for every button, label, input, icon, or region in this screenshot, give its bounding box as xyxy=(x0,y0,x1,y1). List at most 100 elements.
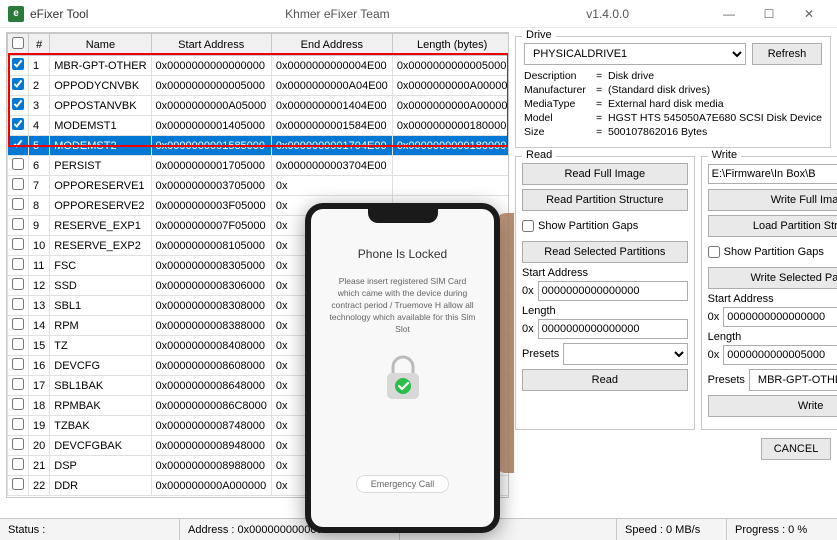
row-checkbox[interactable] xyxy=(12,158,24,170)
row-checkbox[interactable] xyxy=(12,298,24,310)
row-name: MBR-GPT-OTHER xyxy=(50,56,151,76)
row-checkbox[interactable] xyxy=(12,478,24,490)
row-checkbox[interactable] xyxy=(12,398,24,410)
table-row[interactable]: 3OPPOSTANVBK0x0000000000A050000x00000000… xyxy=(8,96,510,116)
row-num: 11 xyxy=(29,256,50,276)
row-end: 0x0000000001584E00 xyxy=(271,116,392,136)
row-checkbox[interactable] xyxy=(12,318,24,330)
read-selected-partitions-button[interactable]: Read Selected Partitions xyxy=(522,241,688,263)
row-end: 0x0000000001404E00 xyxy=(271,96,392,116)
read-length-input[interactable] xyxy=(538,319,688,339)
refresh-button[interactable]: Refresh xyxy=(752,43,822,65)
row-checkbox[interactable] xyxy=(12,118,24,130)
row-start: 0x0000000008948000 xyxy=(151,436,271,456)
read-button[interactable]: Read xyxy=(522,369,688,391)
row-num: 15 xyxy=(29,336,50,356)
col-name[interactable]: Name xyxy=(50,34,151,56)
col-len[interactable]: Length (bytes) xyxy=(392,34,509,56)
write-path-input[interactable] xyxy=(708,164,837,184)
table-row[interactable]: 2OPPODYCNVBK0x00000000000050000x00000000… xyxy=(8,76,510,96)
write-start-input[interactable] xyxy=(723,307,837,327)
drive-select[interactable]: PHYSICALDRIVE1 xyxy=(524,43,746,65)
cancel-button[interactable]: CANCEL xyxy=(761,438,831,460)
drive-info-row: Manufacturer=(Standard disk drives) xyxy=(524,83,822,97)
row-name: PERSIST xyxy=(50,156,151,176)
load-partition-structure-button[interactable]: Load Partition Structure xyxy=(708,215,837,237)
maximize-button[interactable]: ☐ xyxy=(749,0,789,28)
row-checkbox[interactable] xyxy=(12,178,24,190)
row-checkbox[interactable] xyxy=(12,418,24,430)
table-row[interactable]: 1MBR-GPT-OTHER0x00000000000000000x000000… xyxy=(8,56,510,76)
select-all-checkbox[interactable] xyxy=(12,37,24,49)
row-num: 6 xyxy=(29,156,50,176)
row-checkbox[interactable] xyxy=(12,218,24,230)
row-checkbox[interactable] xyxy=(12,238,24,250)
row-checkbox[interactable] xyxy=(12,338,24,350)
row-start: 0x0000000001585000 xyxy=(151,136,271,156)
row-len xyxy=(392,156,509,176)
team-label: Khmer eFixer Team xyxy=(88,7,586,21)
row-checkbox[interactable] xyxy=(12,358,24,370)
col-end[interactable]: End Address xyxy=(271,34,392,56)
phone-lock-title: Phone Is Locked xyxy=(358,247,447,261)
write-button[interactable]: Write xyxy=(708,395,837,417)
read-start-label: Start Address xyxy=(522,267,688,279)
row-num: 3 xyxy=(29,96,50,116)
row-checkbox[interactable] xyxy=(12,78,24,90)
row-num: 2 xyxy=(29,76,50,96)
table-row[interactable]: 5MODEMST20x00000000015850000x00000000017… xyxy=(8,136,510,156)
row-checkbox[interactable] xyxy=(12,258,24,270)
row-checkbox[interactable] xyxy=(12,458,24,470)
row-start: 0x0000000001705000 xyxy=(151,156,271,176)
drive-info-row: MediaType=External hard disk media xyxy=(524,97,822,111)
drive-group-title: Drive xyxy=(522,29,556,41)
write-show-gaps-checkbox[interactable] xyxy=(708,246,720,258)
row-end: 0x0000000001704E00 xyxy=(271,136,392,156)
row-start: 0x000000000A000000 xyxy=(151,476,271,496)
row-name: FSC xyxy=(50,256,151,276)
read-presets-label: Presets xyxy=(522,348,559,360)
drive-info-row: Size=500107862016 Bytes xyxy=(524,125,822,139)
write-selected-partitions-button[interactable]: Write Selected Partitions xyxy=(708,267,837,289)
table-row[interactable]: 7OPPORESERVE10x00000000037050000x xyxy=(8,176,510,196)
row-num: 16 xyxy=(29,356,50,376)
row-checkbox[interactable] xyxy=(12,278,24,290)
status-progress: Progress : 0 % xyxy=(727,519,837,540)
row-end: 0x0000000003704E00 xyxy=(271,156,392,176)
read-start-input[interactable] xyxy=(538,281,688,301)
row-checkbox[interactable] xyxy=(12,138,24,150)
col-num[interactable]: # xyxy=(29,34,50,56)
row-checkbox[interactable] xyxy=(12,378,24,390)
row-checkbox[interactable] xyxy=(12,438,24,450)
row-checkbox[interactable] xyxy=(12,198,24,210)
lock-icon xyxy=(381,355,425,403)
row-len xyxy=(392,176,509,196)
row-len: 0x0000000000A00000 xyxy=(392,76,509,96)
row-checkbox[interactable] xyxy=(12,58,24,70)
row-name: TZ xyxy=(50,336,151,356)
status-speed: Speed : 0 MB/s xyxy=(617,519,727,540)
minimize-button[interactable]: — xyxy=(709,0,749,28)
table-row[interactable]: 6PERSIST0x00000000017050000x000000000370… xyxy=(8,156,510,176)
read-preset-select[interactable] xyxy=(563,343,687,365)
write-preset-select[interactable]: MBR-GPT-OTHER xyxy=(749,369,837,391)
right-panel: Drive PHYSICALDRIVE1 Refresh Description… xyxy=(515,32,831,498)
row-checkbox[interactable] xyxy=(12,98,24,110)
write-length-input[interactable] xyxy=(723,345,837,365)
row-name: OPPODYCNVBK xyxy=(50,76,151,96)
row-start: 0x0000000008388000 xyxy=(151,316,271,336)
row-name: MODEMST2 xyxy=(50,136,151,156)
read-length-label: Length xyxy=(522,305,688,317)
table-row[interactable]: 4MODEMST10x00000000014050000x00000000015… xyxy=(8,116,510,136)
titlebar: e eFixer Tool Khmer eFixer Team v1.4.0.0… xyxy=(0,0,837,28)
row-end: 0x xyxy=(271,176,392,196)
write-full-image-button[interactable]: Write Full Image xyxy=(708,189,837,211)
read-title: Read xyxy=(522,149,556,161)
read-partition-structure-button[interactable]: Read Partition Structure xyxy=(522,189,688,211)
read-full-image-button[interactable]: Read Full Image xyxy=(522,163,688,185)
close-button[interactable]: ✕ xyxy=(789,0,829,28)
row-start: 0x0000000008608000 xyxy=(151,356,271,376)
col-start[interactable]: Start Address xyxy=(151,34,271,56)
read-show-gaps-checkbox[interactable] xyxy=(522,220,534,232)
row-start: 0x0000000008305000 xyxy=(151,256,271,276)
